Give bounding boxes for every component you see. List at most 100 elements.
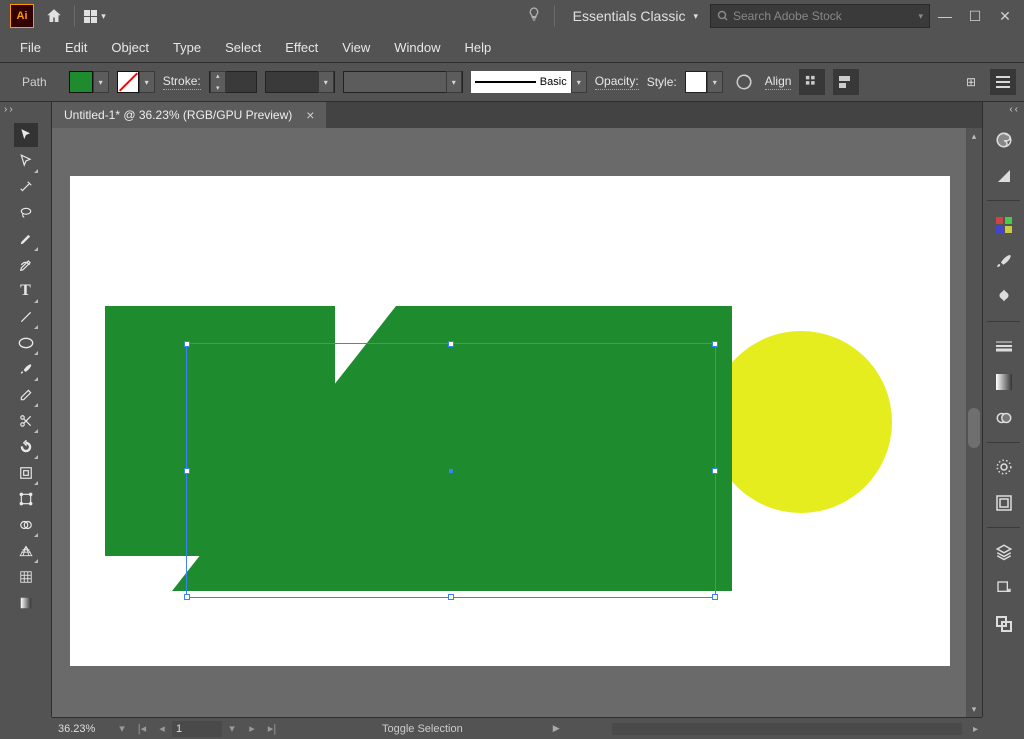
artboard-dropdown-icon[interactable]: ▾	[222, 722, 242, 735]
paintbrush-tool[interactable]	[14, 357, 38, 381]
title-bar: Ai ▾ Essentials Classic ▾ Search Adobe S…	[0, 0, 1024, 32]
opacity-label[interactable]: Opacity:	[595, 74, 639, 90]
transform-icon[interactable]: ⊞	[958, 69, 984, 95]
search-icon	[717, 10, 729, 22]
status-bar: 36.23% ▾ |◂ ◂ 1 ▾ ▸ ▸| Toggle Selection …	[52, 717, 982, 739]
artboard-number-input[interactable]: 1	[172, 721, 222, 737]
home-icon[interactable]	[40, 2, 68, 30]
canvas[interactable]: ▴ ▾	[52, 128, 982, 717]
graphic-style-dropdown[interactable]: ▾	[685, 71, 723, 93]
menu-select[interactable]: Select	[213, 34, 273, 61]
menu-type[interactable]: Type	[161, 34, 213, 61]
scissors-tool[interactable]	[14, 409, 38, 433]
line-tool[interactable]	[14, 305, 38, 329]
chevron-down-icon: ▾	[101, 11, 106, 22]
stroke-panel-icon[interactable]	[990, 332, 1018, 360]
app-logo: Ai	[10, 4, 34, 28]
artboards-panel-icon[interactable]	[990, 610, 1018, 638]
last-artboard-icon[interactable]: ▸|	[262, 722, 282, 735]
menu-help[interactable]: Help	[452, 34, 503, 61]
perspective-grid-tool[interactable]	[14, 539, 38, 563]
layers-panel-icon[interactable]	[990, 538, 1018, 566]
fill-swatch[interactable]: ▾	[69, 71, 109, 93]
scroll-down-icon[interactable]: ▾	[966, 701, 982, 717]
zoom-level-input[interactable]: 36.23%	[52, 723, 112, 735]
scroll-right-icon[interactable]: ▸	[973, 724, 978, 735]
transparency-panel-icon[interactable]	[990, 404, 1018, 432]
align-label[interactable]: Align	[765, 74, 792, 90]
panel-dock: ‹‹	[982, 102, 1024, 717]
color-panel-icon[interactable]	[990, 126, 1018, 154]
color-guide-panel-icon[interactable]	[990, 162, 1018, 190]
panel-menu-icon[interactable]	[990, 69, 1016, 95]
width-tool[interactable]	[14, 461, 38, 485]
mesh-tool[interactable]	[14, 565, 38, 589]
shape-mode-icon[interactable]	[833, 69, 859, 95]
gradient-tool[interactable]	[14, 591, 38, 615]
menu-view[interactable]: View	[330, 34, 382, 61]
menu-bar: File Edit Object Type Select Effect View…	[0, 32, 1024, 62]
selection-tool[interactable]	[14, 123, 38, 147]
prev-artboard-icon[interactable]: ◂	[152, 722, 172, 735]
menu-file[interactable]: File	[8, 34, 53, 61]
tips-icon[interactable]	[520, 6, 548, 27]
document-area: Untitled-1* @ 36.23% (RGB/GPU Preview) ×	[52, 102, 982, 717]
symbols-panel-icon[interactable]	[990, 283, 1018, 311]
align-options-icon[interactable]	[799, 69, 825, 95]
brush-dropdown[interactable]: Basic ▾	[471, 71, 587, 93]
magic-wand-tool[interactable]	[14, 175, 38, 199]
gradient-panel-icon[interactable]	[990, 368, 1018, 396]
arrange-documents-button[interactable]: ▾	[81, 2, 109, 30]
stroke-label[interactable]: Stroke:	[163, 74, 201, 90]
resize-handle-br[interactable]	[712, 594, 718, 600]
first-artboard-icon[interactable]: |◂	[132, 722, 152, 735]
menu-window[interactable]: Window	[382, 34, 452, 61]
scrollbar-thumb[interactable]	[968, 408, 980, 448]
rotate-tool[interactable]	[14, 435, 38, 459]
search-placeholder: Search Adobe Stock	[733, 9, 842, 23]
recolor-icon[interactable]	[731, 69, 757, 95]
status-menu-icon[interactable]: ▶	[553, 723, 560, 734]
pen-tool[interactable]	[14, 227, 38, 251]
ellipse-tool[interactable]	[14, 331, 38, 355]
document-tab[interactable]: Untitled-1* @ 36.23% (RGB/GPU Preview) ×	[52, 102, 326, 128]
maximize-button[interactable]: ☐	[960, 1, 990, 31]
zoom-dropdown-icon[interactable]: ▾	[112, 722, 132, 735]
stroke-profile-dropdown[interactable]: ▾	[265, 71, 335, 93]
status-hint: Toggle Selection	[382, 723, 463, 735]
lasso-tool[interactable]	[14, 201, 38, 225]
stroke-swatch[interactable]: ▾	[117, 71, 155, 93]
brushes-panel-icon[interactable]	[990, 247, 1018, 275]
curvature-tool[interactable]	[14, 253, 38, 277]
direct-selection-tool[interactable]	[14, 149, 38, 173]
document-tab-bar: Untitled-1* @ 36.23% (RGB/GPU Preview) ×	[52, 102, 982, 128]
shape-builder-tool[interactable]	[14, 513, 38, 537]
stroke-weight-input[interactable]: ▴▾	[209, 71, 257, 93]
close-button[interactable]: ✕	[990, 1, 1020, 31]
next-artboard-icon[interactable]: ▸	[242, 722, 262, 735]
pencil-tool[interactable]	[14, 383, 38, 407]
control-panel: Path ▾ ▾ Stroke: ▴▾ ▾ ▾ Basic ▾ Opacity:…	[0, 62, 1024, 102]
workspace-switcher[interactable]: Essentials Classic ▾	[561, 8, 710, 24]
horizontal-scrollbar[interactable]	[612, 723, 962, 735]
close-tab-icon[interactable]: ×	[306, 107, 314, 123]
graphic-styles-panel-icon[interactable]	[990, 489, 1018, 517]
artboard[interactable]	[70, 176, 950, 666]
appearance-panel-icon[interactable]	[990, 453, 1018, 481]
menu-object[interactable]: Object	[99, 34, 161, 61]
stock-search-input[interactable]: Search Adobe Stock ▾	[710, 4, 930, 28]
expand-tools-icon[interactable]: ››	[0, 104, 15, 122]
minimize-button[interactable]: —	[930, 1, 960, 31]
scroll-up-icon[interactable]: ▴	[966, 128, 982, 144]
type-tool[interactable]: T	[14, 279, 38, 303]
menu-edit[interactable]: Edit	[53, 34, 99, 61]
shape-circle[interactable]	[710, 331, 892, 513]
resize-handle-bm[interactable]	[448, 594, 454, 600]
expand-panels-icon[interactable]: ‹‹	[1009, 104, 1024, 122]
vertical-scrollbar[interactable]: ▴ ▾	[966, 128, 982, 717]
menu-effect[interactable]: Effect	[273, 34, 330, 61]
asset-export-panel-icon[interactable]	[990, 574, 1018, 602]
swatches-panel-icon[interactable]	[990, 211, 1018, 239]
free-transform-tool[interactable]	[14, 487, 38, 511]
resize-handle-bl[interactable]	[184, 594, 190, 600]
